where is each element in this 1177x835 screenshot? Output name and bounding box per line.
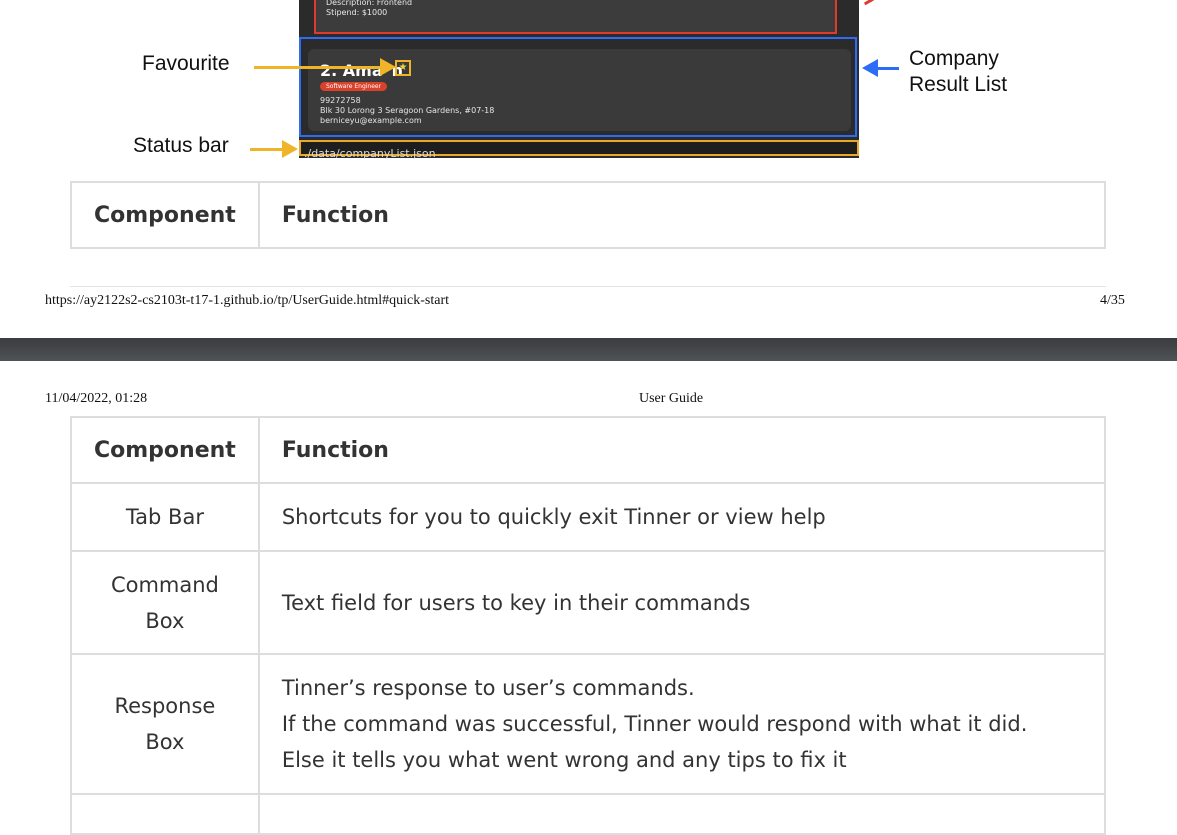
table-row	[70, 793, 1107, 835]
header-function: Function	[257, 416, 1107, 484]
component-cell: Command Box	[70, 550, 260, 655]
status-path: ./data/companyList.json	[304, 147, 436, 160]
function-cell: Text field for users to key in their com…	[257, 550, 1107, 655]
table-header-row: Component Function	[70, 181, 1107, 249]
header-component: Component	[70, 181, 260, 249]
component-cell	[70, 793, 260, 835]
app-screenshot: Description: Frontend Stipend: $1000 2. …	[299, 0, 859, 160]
status-bar-arrow-head	[282, 140, 298, 158]
result-list-label: Company Result List	[909, 47, 1008, 96]
page-title: User Guide	[639, 391, 704, 406]
function-cell	[257, 793, 1107, 835]
table-header-row: Component Function	[70, 416, 1107, 484]
header-function: Function	[257, 181, 1107, 249]
header-component: Component	[70, 416, 260, 484]
card-description: Description: Frontend	[326, 0, 413, 7]
page-separator	[0, 338, 1177, 361]
function-cell: Tinner’s response to user’s commands. If…	[257, 653, 1107, 795]
company-phone: 99272758	[320, 96, 361, 105]
company-address: Blk 30 Lorong 3 Seragoon Gardens, #07-18	[320, 106, 495, 115]
star-icon: ★	[395, 60, 411, 76]
table-row: Response Box Tinner’s response to user’s…	[70, 653, 1107, 795]
page-url[interactable]: https://ay2122s2-cs2103t-t17-1.github.io…	[45, 293, 449, 309]
component-cell: Response Box	[70, 653, 260, 795]
card-stipend: Stipend: $1000	[326, 8, 388, 17]
favourite-arrow-head	[380, 58, 396, 76]
status-bar-label: Status bar	[133, 134, 229, 157]
component-cell: Tab Bar	[70, 482, 260, 552]
company-email: berniceyu@example.com	[320, 116, 422, 125]
page-datetime: 11/04/2022, 01:28	[45, 391, 148, 406]
table-row: Command Box Text field for users to key …	[70, 550, 1107, 655]
component-table-part1: Component Function	[70, 181, 1107, 249]
favourite-label: Favourite	[142, 52, 230, 75]
pdf-page-4: Description: Frontend Stipend: $1000 2. …	[0, 0, 1177, 338]
status-bar-arrow	[250, 148, 286, 151]
footer-rule	[70, 286, 1106, 287]
red-arrow-fragment	[863, 0, 875, 6]
function-cell: Shortcuts for you to quickly exit Tinner…	[257, 482, 1107, 552]
previous-company-card: Description: Frontend Stipend: $1000	[314, 0, 837, 34]
result-list-arrow	[876, 67, 899, 70]
table-row: Tab Bar Shortcuts for you to quickly exi…	[70, 482, 1107, 552]
company-result-list: 2. Ama n ★ Software Engineer 99272758 Blk…	[299, 37, 857, 137]
status-bar: ./data/companyList.json	[299, 140, 859, 160]
favourite-arrow	[254, 66, 382, 69]
page-number: 4/35	[1100, 293, 1125, 308]
component-table: Component Function Tab Bar Shortcuts for…	[70, 416, 1107, 835]
pdf-page-5: 11/04/2022, 01:28 User Guide Component F…	[0, 361, 1177, 835]
role-tag: Software Engineer	[320, 82, 388, 91]
